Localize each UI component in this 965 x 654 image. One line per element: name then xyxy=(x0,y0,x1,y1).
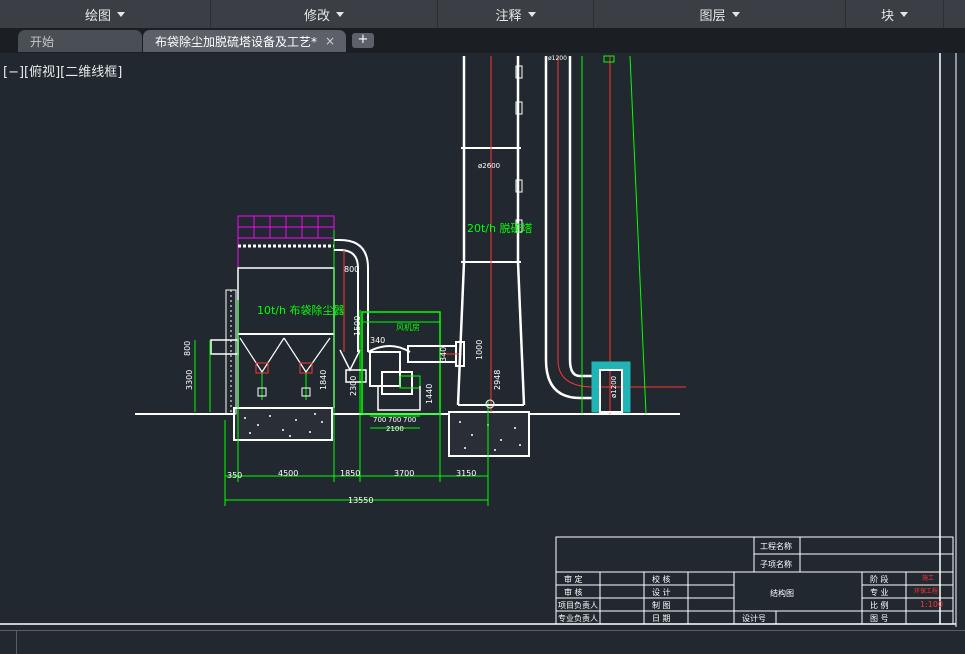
viewport-controls-label[interactable]: [−][俯视][二维线框] xyxy=(3,61,122,80)
sub-name-label: 子项名称 xyxy=(760,559,792,569)
dim-2948: 2948 xyxy=(493,370,502,390)
panel-draw-dropdown[interactable]: 绘图 xyxy=(0,0,211,28)
dia-1200-top-label: ø1200 xyxy=(548,55,567,62)
approve-label: 审 定 xyxy=(564,574,583,584)
new-tab-button[interactable]: + xyxy=(352,33,374,48)
dim-340b: 340 xyxy=(439,347,448,362)
panel-block-dropdown[interactable]: 块 xyxy=(846,0,944,28)
dim-700-b: 700 xyxy=(388,416,401,424)
dim-350: 350 xyxy=(227,471,242,480)
chevron-down-icon xyxy=(336,11,344,17)
dim-1840: 1840 xyxy=(319,370,328,390)
drawing-canvas[interactable]: 10t/h 布袋除尘器 20t/h 脱硫塔 风机房 ø2600 ø1200 ø1… xyxy=(0,53,965,627)
tab-document[interactable]: 布袋除尘加脱硫塔设备及工艺* × xyxy=(143,30,346,52)
review-label: 审 核 xyxy=(564,587,583,597)
dim-2300: 2300 xyxy=(349,376,358,396)
panel-annotate-label: 注释 xyxy=(495,8,522,24)
stage-label: 阶 段 xyxy=(870,574,889,584)
dim-800-left: 800 xyxy=(183,341,192,356)
stage-value: 施工 xyxy=(922,574,934,582)
panel-draw-label: 绘图 xyxy=(84,8,111,24)
drawing-no-label: 设计号 xyxy=(742,613,766,623)
chevron-down-icon xyxy=(527,11,536,17)
date-label: 日 期 xyxy=(652,614,671,623)
dim-800-top: 800 xyxy=(344,265,359,274)
panel-modify-dropdown[interactable]: 修改 xyxy=(211,0,438,28)
panel-block-label: 块 xyxy=(880,8,894,24)
command-line-bar[interactable] xyxy=(0,630,965,654)
dia-2600-label: ø2600 xyxy=(478,162,500,170)
panel-layers-dropdown[interactable]: 图层 xyxy=(594,0,846,28)
dim-1440: 1440 xyxy=(425,384,434,404)
spec-value: 环保工程 xyxy=(914,587,938,595)
dim-1500: 1500 xyxy=(353,316,362,336)
file-tab-bar: 开始 布袋除尘加脱硫塔设备及工艺* × xyxy=(0,28,965,53)
dim-3150: 3150 xyxy=(456,469,476,478)
scale-label: 比 例 xyxy=(870,600,889,610)
cad-drawing: 10t/h 布袋除尘器 20t/h 脱硫塔 风机房 ø2600 ø1200 ø1… xyxy=(0,53,957,627)
chevron-down-icon xyxy=(731,11,740,17)
close-icon[interactable]: × xyxy=(325,34,335,48)
project-lead-label: 项目负责人 xyxy=(558,600,598,610)
dim-700-a: 700 xyxy=(373,416,386,424)
dim-700-c: 700 xyxy=(403,416,416,424)
check-label: 校 核 xyxy=(652,574,671,584)
panel-annotate-dropdown[interactable]: 注释 xyxy=(438,0,594,28)
chevron-down-icon xyxy=(900,11,908,17)
drawing-title: 结构图 xyxy=(770,588,794,598)
dim-2100: 2100 xyxy=(386,425,404,433)
dim-3300: 3300 xyxy=(185,370,194,390)
sheet-label: 图 号 xyxy=(870,614,889,623)
tab-document-label: 布袋除尘加脱硫塔设备及工艺* xyxy=(155,34,318,49)
dim-3700: 3700 xyxy=(394,469,414,478)
dim-340: 340 xyxy=(370,336,385,345)
panel-modify-label: 修改 xyxy=(303,8,330,24)
dim-1000: 1000 xyxy=(475,340,484,360)
dim-1850: 1850 xyxy=(340,469,360,478)
spec-label: 专 业 xyxy=(870,587,889,597)
dia-1200-label: ø1200 xyxy=(610,376,618,398)
design-label: 设 计 xyxy=(652,587,671,597)
spec-lead-label: 专业负责人 xyxy=(558,613,598,623)
panel-layers-label: 图层 xyxy=(699,8,726,24)
tab-start[interactable]: 开始 xyxy=(18,30,142,52)
project-name-label: 工程名称 xyxy=(760,541,792,551)
fan-house-label: 风机房 xyxy=(396,322,420,332)
ribbon-panel-bar: 绘图 修改 注释 图层 块 xyxy=(0,0,965,29)
tower-label: 20t/h 脱硫塔 xyxy=(467,221,532,235)
chevron-down-icon xyxy=(117,11,125,17)
scale-value: 1:100 xyxy=(920,600,943,609)
tab-start-label: 开始 xyxy=(30,34,55,49)
dim-total: 13550 xyxy=(348,496,373,505)
bag-filter-label: 10t/h 布袋除尘器 xyxy=(257,303,344,317)
dim-4500: 4500 xyxy=(278,469,298,478)
command-divider xyxy=(16,631,17,654)
title-block xyxy=(555,536,954,625)
draw-label: 制 图 xyxy=(652,600,671,610)
